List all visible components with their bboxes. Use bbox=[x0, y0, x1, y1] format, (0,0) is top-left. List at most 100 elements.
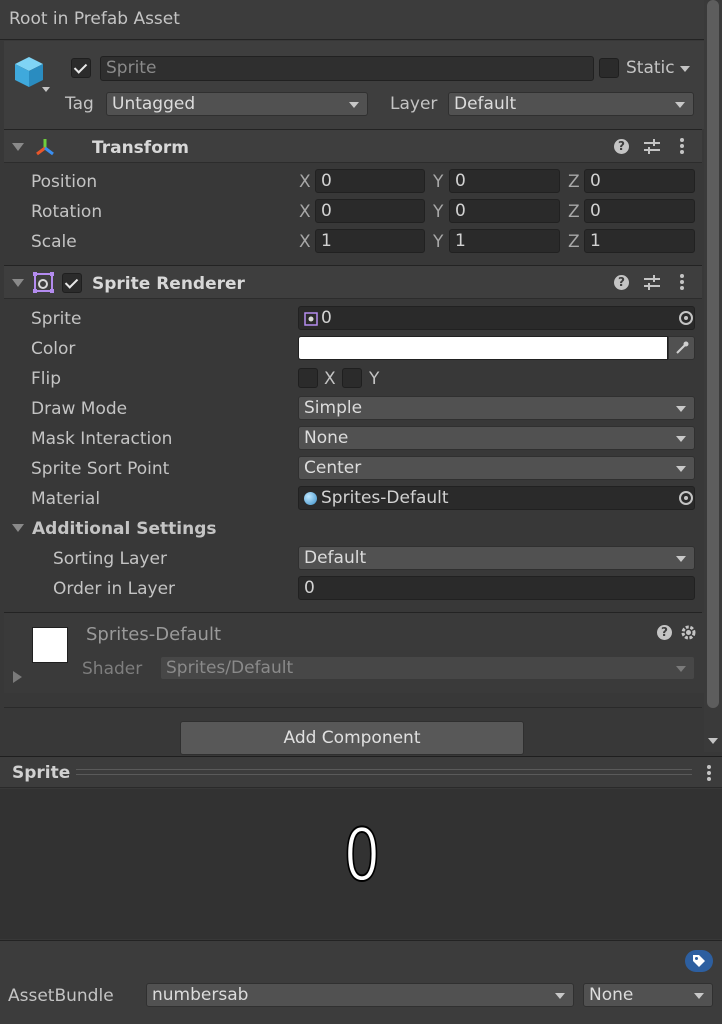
chevron-down-icon bbox=[676, 436, 686, 442]
additional-settings-foldout-icon[interactable] bbox=[12, 524, 24, 532]
axis-y-label[interactable]: Y bbox=[433, 172, 443, 192]
axis-x-label[interactable]: X bbox=[299, 232, 311, 252]
rotation-z-field[interactable]: 0 bbox=[584, 199, 695, 223]
flip-x-checkbox[interactable] bbox=[298, 368, 318, 388]
scale-z-field[interactable]: 1 bbox=[584, 229, 695, 253]
mask-interaction-value: None bbox=[304, 428, 349, 448]
divider bbox=[4, 707, 702, 708]
axis-z-label[interactable]: Z bbox=[568, 172, 580, 192]
mask-interaction-dropdown[interactable]: None bbox=[298, 426, 695, 450]
tag-icon bbox=[693, 955, 705, 967]
scale-y-field[interactable]: 1 bbox=[449, 229, 560, 253]
chevron-down-icon bbox=[555, 993, 565, 999]
preset-icon[interactable] bbox=[644, 139, 660, 155]
foldout-icon[interactable] bbox=[12, 279, 24, 287]
order-in-layer-label: Order in Layer bbox=[53, 579, 176, 599]
static-label[interactable]: Static bbox=[626, 58, 675, 78]
assetbundle-variant-dropdown[interactable]: None bbox=[583, 983, 713, 1007]
tag-dropdown[interactable]: Untagged bbox=[106, 92, 368, 116]
material-label: Material bbox=[31, 489, 101, 509]
help-icon[interactable]: ? bbox=[657, 625, 672, 640]
flip-y-label[interactable]: Y bbox=[369, 369, 379, 389]
color-swatch[interactable] bbox=[298, 336, 668, 360]
scale-label: Scale bbox=[31, 232, 77, 252]
scrollbar-thumb[interactable] bbox=[707, 0, 719, 708]
preset-icon[interactable] bbox=[644, 275, 660, 291]
rotation-x-field[interactable]: 0 bbox=[315, 199, 425, 223]
object-picker-icon[interactable] bbox=[679, 311, 693, 325]
component-enabled-checkbox[interactable] bbox=[62, 273, 82, 293]
scale-x-field[interactable]: 1 bbox=[315, 229, 425, 253]
sprite-sort-point-dropdown[interactable]: Center bbox=[298, 456, 695, 480]
layer-value: Default bbox=[454, 94, 517, 114]
axis-x-label[interactable]: X bbox=[299, 172, 311, 192]
help-icon[interactable]: ? bbox=[614, 275, 629, 290]
sorting-layer-dropdown[interactable]: Default bbox=[298, 546, 695, 570]
material-name: Sprites-Default bbox=[86, 624, 222, 645]
material-object-field[interactable]: Sprites-Default bbox=[298, 486, 695, 510]
flip-y-checkbox[interactable] bbox=[342, 368, 362, 388]
static-dropdown-icon[interactable] bbox=[680, 66, 690, 72]
position-y-field[interactable]: 0 bbox=[449, 169, 560, 193]
eyedropper-icon bbox=[676, 341, 689, 354]
axis-z-label[interactable]: Z bbox=[568, 232, 580, 252]
object-name-field[interactable]: Sprite bbox=[100, 56, 594, 81]
assetbundle-dropdown[interactable]: numbersab bbox=[146, 983, 574, 1007]
component-title: Sprite Renderer bbox=[92, 274, 245, 294]
kebab-menu-icon[interactable] bbox=[680, 138, 684, 156]
sprite-object-field[interactable]: 0 bbox=[298, 306, 695, 330]
preview-area: 0 bbox=[0, 789, 722, 939]
eyedropper-button[interactable] bbox=[668, 336, 695, 360]
add-component-button[interactable]: Add Component bbox=[180, 721, 524, 755]
gameobject-header: Sprite Static Tag Untagged Layer Default bbox=[4, 41, 704, 129]
sprite-renderer-header[interactable]: Sprite Renderer ? bbox=[4, 265, 702, 299]
layer-dropdown[interactable]: Default bbox=[448, 92, 694, 116]
material-section: Sprites-Default ? Shader Sprites/Default bbox=[4, 613, 704, 693]
preview-drag-handle[interactable] bbox=[76, 769, 692, 775]
kebab-menu-icon[interactable] bbox=[680, 274, 684, 292]
sprite-asset-icon bbox=[304, 312, 318, 326]
axis-y-label[interactable]: Y bbox=[433, 232, 443, 252]
chevron-down-icon bbox=[676, 666, 686, 672]
gear-icon[interactable] bbox=[680, 624, 697, 641]
sorting-layer-value: Default bbox=[304, 548, 367, 568]
active-checkbox[interactable] bbox=[71, 58, 91, 78]
shader-label: Shader bbox=[82, 659, 143, 679]
chevron-down-icon bbox=[694, 993, 704, 999]
sprite-sort-point-value: Center bbox=[304, 458, 362, 478]
kebab-menu-icon[interactable] bbox=[707, 765, 711, 783]
draw-mode-dropdown[interactable]: Simple bbox=[298, 396, 695, 420]
position-z-field[interactable]: 0 bbox=[584, 169, 695, 193]
chevron-down-icon bbox=[675, 102, 685, 108]
sprite-sort-point-label: Sprite Sort Point bbox=[31, 459, 170, 479]
transform-header[interactable]: Transform ? bbox=[4, 129, 702, 163]
axis-y-label[interactable]: Y bbox=[433, 202, 443, 222]
tag-value: Untagged bbox=[112, 94, 196, 114]
shader-dropdown[interactable]: Sprites/Default bbox=[160, 656, 695, 680]
flip-label: Flip bbox=[31, 369, 62, 389]
additional-settings-label[interactable]: Additional Settings bbox=[32, 519, 217, 539]
icon-dropdown-icon[interactable] bbox=[42, 87, 50, 92]
layer-label: Layer bbox=[390, 94, 438, 114]
axis-z-label[interactable]: Z bbox=[568, 202, 580, 222]
order-in-layer-field[interactable]: 0 bbox=[298, 576, 695, 600]
chevron-down-icon bbox=[676, 406, 686, 412]
assetbundle-bar: AssetBundle numbersab None bbox=[0, 940, 722, 1024]
flip-x-label[interactable]: X bbox=[324, 369, 336, 389]
check-icon bbox=[64, 275, 79, 289]
foldout-icon[interactable] bbox=[12, 143, 24, 151]
component-title: Transform bbox=[92, 138, 189, 158]
object-picker-icon[interactable] bbox=[679, 491, 693, 505]
label-tag-button[interactable] bbox=[685, 950, 713, 972]
help-icon[interactable]: ? bbox=[614, 139, 629, 154]
position-x-field[interactable]: 0 bbox=[315, 169, 425, 193]
rotation-y-field[interactable]: 0 bbox=[449, 199, 560, 223]
scrollbar-track[interactable] bbox=[704, 0, 722, 752]
static-checkbox[interactable] bbox=[599, 58, 619, 78]
axis-x-label[interactable]: X bbox=[299, 202, 311, 222]
gameobject-cube-icon[interactable] bbox=[12, 55, 46, 91]
preview-header[interactable]: Sprite bbox=[0, 756, 722, 788]
inspector-titlebar: Root in Prefab Asset bbox=[0, 0, 722, 40]
material-foldout-icon[interactable] bbox=[13, 671, 22, 683]
scroll-down-icon[interactable] bbox=[708, 738, 718, 744]
